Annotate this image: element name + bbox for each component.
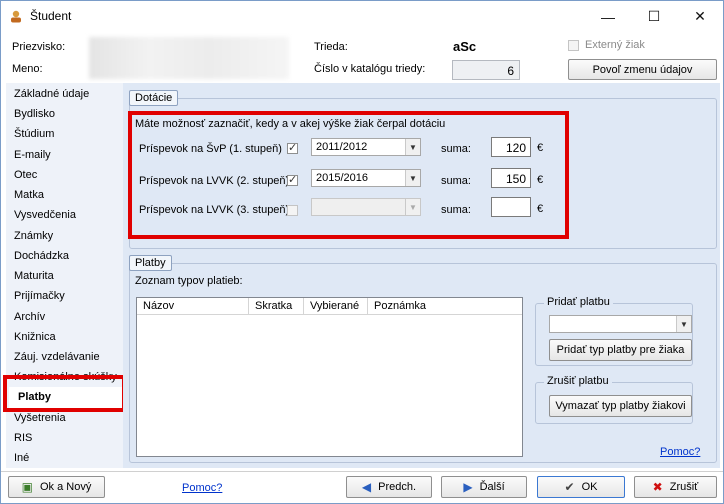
maximize-icon[interactable]: ☐ — [631, 1, 677, 32]
copy-icon: ▣ — [21, 480, 33, 494]
firstname-label: Meno: — [12, 63, 43, 75]
cancel-label: Zrušiť — [669, 481, 699, 493]
sidebar-item-bydlisko[interactable]: Bydlisko — [14, 108, 55, 120]
sidebar-item-dochadzka[interactable]: Dochádzka — [14, 250, 69, 262]
sidebar-item-matka[interactable]: Matka — [14, 189, 44, 201]
column-header-skratka[interactable]: Skratka — [249, 298, 304, 315]
sidebar-item-ine[interactable]: Iné — [14, 452, 29, 464]
previous-button[interactable]: ◀ Predch. — [346, 476, 432, 498]
class-label: Trieda: — [314, 41, 348, 53]
chevron-down-icon: ▼ — [676, 316, 691, 332]
sidebar-item-zauj-vzdelavanie[interactable]: Záuj. vzdelávanie — [14, 351, 100, 363]
sidebar-item-emaily[interactable]: E-maily — [14, 149, 51, 161]
sidebar-item-otec[interactable]: Otec — [14, 169, 37, 181]
sidebar-item-maturita[interactable]: Maturita — [14, 270, 54, 282]
surname-label: Priezvisko: — [12, 41, 66, 53]
footer-separator — [1, 471, 723, 472]
sidebar-item-studium[interactable]: Štúdium — [14, 128, 54, 140]
title-bar: Študent — ☐ ✕ — [1, 1, 723, 32]
dotacie-highlight-box — [128, 111, 569, 239]
footer-help-link[interactable]: Pomoc? — [182, 482, 222, 494]
catalog-label: Číslo v katalógu triedy: — [314, 63, 426, 75]
catalog-number-field: 6 — [452, 60, 520, 80]
minimize-icon[interactable]: — — [585, 1, 631, 32]
payment-type-select[interactable]: ▼ — [549, 315, 692, 333]
platby-highlight-box — [3, 375, 126, 412]
add-payment-type-button[interactable]: Pridať typ platby pre žiaka — [549, 339, 692, 361]
column-header-poznamka[interactable]: Poznámka — [368, 298, 522, 315]
sidebar-item-zakladne-udaje[interactable]: Základné údaje — [14, 88, 89, 100]
cancel-payment-legend: Zrušiť platbu — [544, 375, 612, 387]
class-value: aSc — [453, 39, 477, 54]
column-header-nazov[interactable]: Názov — [137, 298, 249, 315]
dotacie-legend: Dotácie — [129, 90, 179, 106]
checkmark-icon: ✔ — [564, 480, 575, 494]
ok-and-new-button[interactable]: ▣ Ok a Nový — [8, 476, 105, 498]
window-title: Študent — [30, 9, 72, 23]
sidebar-item-znamky[interactable]: Známky — [14, 230, 53, 242]
external-student-label: Externý žiak — [585, 39, 645, 51]
close-icon[interactable]: ✕ — [677, 1, 723, 32]
column-header-vybierane[interactable]: Vybierané — [304, 298, 368, 315]
platby-legend: Platby — [129, 255, 172, 271]
sidebar-item-ris[interactable]: RIS — [14, 432, 32, 444]
redacted-name — [89, 37, 289, 79]
allow-change-button[interactable]: Povoľ zmenu údajov — [568, 59, 717, 80]
add-payment-legend: Pridať platbu — [544, 296, 613, 308]
student-app-icon — [11, 10, 21, 23]
cancel-x-icon: ✖ — [652, 480, 663, 494]
student-window: Študent — ☐ ✕ Priezvisko: Meno: Trieda: … — [0, 0, 724, 504]
next-button[interactable]: ▶ Ďalší — [441, 476, 527, 498]
arrow-right-icon: ▶ — [463, 480, 473, 494]
platby-list-label: Zoznam typov platieb: — [135, 275, 243, 287]
delete-payment-type-button[interactable]: Vymazať typ platby žiakovi — [549, 395, 692, 417]
sidebar-item-kniznica[interactable]: Knižnica — [14, 331, 56, 343]
previous-label: Predch. — [378, 481, 417, 493]
sidebar-item-vysetrenia[interactable]: Vyšetrenia — [14, 412, 66, 424]
sidebar-item-prijimacky[interactable]: Prijímačky — [14, 290, 65, 302]
arrow-left-icon: ◀ — [361, 480, 372, 494]
sidebar-item-vysvedcenia[interactable]: Vysvedčenia — [14, 209, 76, 221]
ok-and-new-label: Ok a Nový — [39, 481, 92, 493]
next-label: Ďalší — [479, 481, 505, 493]
external-student-checkbox[interactable] — [568, 40, 579, 51]
payment-types-list[interactable]: Názov Skratka Vybierané Poznámka — [136, 297, 523, 457]
sidebar-item-archiv[interactable]: Archív — [14, 311, 45, 323]
ok-button[interactable]: ✔ OK — [537, 476, 625, 498]
platby-help-link[interactable]: Pomoc? — [660, 446, 700, 458]
ok-label: OK — [581, 481, 598, 493]
cancel-button[interactable]: ✖ Zrušiť — [634, 476, 717, 498]
